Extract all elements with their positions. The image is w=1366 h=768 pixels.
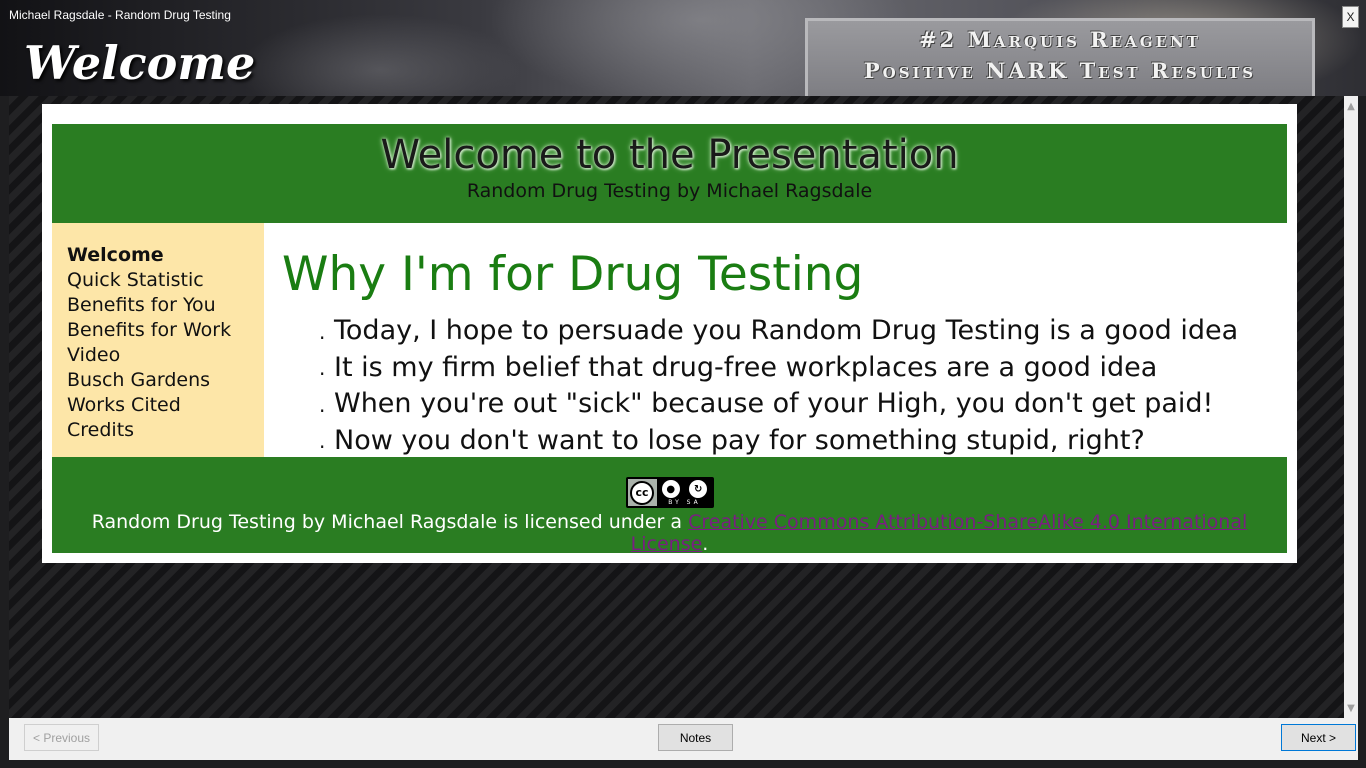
list-item: . When you're out "sick" because of your … (319, 386, 1238, 423)
banner-line-2: Positive NARK Test Results (863, 58, 1257, 83)
bullet-text: When you're out "sick" because of your H… (334, 388, 1214, 419)
nav-item-works-cited[interactable]: Works Cited (67, 393, 264, 418)
creative-commons-badge-icon[interactable]: cc ● ↻ BY SA (626, 477, 714, 508)
nav-item-video[interactable]: Video (67, 343, 264, 368)
slide-footer: cc ● ↻ BY SA Random Drug Testing by Mich… (52, 457, 1287, 555)
slide-content: Why I'm for Drug Testing . Today, I hope … (264, 223, 1287, 457)
previous-button[interactable]: < Previous (24, 724, 99, 751)
scroll-down-icon[interactable]: ▼ (1344, 700, 1358, 716)
vertical-scrollbar[interactable]: ▲ ▼ (1344, 96, 1358, 718)
banner-line-1: #2 Marquis Reagent (919, 27, 1201, 52)
sharealike-icon: ↻ (689, 480, 708, 498)
bullet-icon: . (319, 429, 326, 453)
close-button[interactable]: X (1342, 6, 1359, 28)
header-banner: #2 Marquis Reagent Positive NARK Test Re… (805, 18, 1315, 96)
title-bar: Michael Ragsdale - Random Drug Testing X… (0, 0, 1366, 96)
next-button[interactable]: Next > (1281, 724, 1356, 751)
nav-item-quick-statistic[interactable]: Quick Statistic (67, 268, 264, 293)
bullet-icon: . (319, 356, 326, 380)
nav-item-credits[interactable]: Credits (67, 418, 264, 443)
window-bottom-edge (0, 760, 1366, 768)
window-left-edge (0, 96, 9, 760)
bullet-list: . Today, I hope to persuade you Random Dr… (319, 313, 1238, 459)
slide-panel: Welcome to the Presentation Random Drug … (42, 104, 1297, 563)
slide-nav: Welcome Quick Statistic Benefits for You… (52, 223, 264, 457)
page-title: Welcome (24, 36, 256, 90)
bullet-text: Today, I hope to persuade you Random Dru… (334, 315, 1239, 346)
nav-item-welcome[interactable]: Welcome (67, 243, 264, 268)
slide-title: Welcome to the Presentation (380, 132, 959, 178)
window-title: Michael Ragsdale - Random Drug Testing (9, 8, 231, 22)
scroll-up-icon[interactable]: ▲ (1344, 98, 1358, 114)
list-item: . Now you don't want to lose pay for some… (319, 423, 1238, 460)
nav-item-benefits-for-work[interactable]: Benefits for Work (67, 318, 264, 343)
bullet-icon: . (319, 392, 326, 417)
list-item: . Today, I hope to persuade you Random Dr… (319, 313, 1238, 350)
bullet-text: Now you don't want to lose pay for somet… (334, 424, 1145, 456)
bullet-icon: . (319, 319, 326, 344)
slide-subtitle: Random Drug Testing by Michael Ragsdale (466, 180, 873, 202)
window-right-edge (1358, 96, 1366, 768)
license-text: Random Drug Testing by Michael Ragsdale … (91, 511, 1248, 555)
list-item: . It is my firm belief that drug-free wor… (319, 350, 1238, 387)
content-heading: Why I'm for Drug Testing (282, 247, 864, 302)
nav-item-benefits-for-you[interactable]: Benefits for You (67, 293, 264, 318)
notes-button[interactable]: Notes (658, 724, 733, 751)
nav-item-busch-gardens[interactable]: Busch Gardens (67, 368, 264, 393)
attribution-icon: ● (661, 480, 680, 498)
slide-header: Welcome to the Presentation Random Drug … (52, 124, 1287, 223)
bottom-toolbar: < Previous Notes Next > (9, 718, 1358, 760)
bullet-text: It is my firm belief that drug-free work… (334, 351, 1158, 383)
cc-logo-icon: cc (630, 480, 654, 505)
license-link[interactable]: Creative Commons Attribution-ShareAlike … (631, 511, 1248, 555)
